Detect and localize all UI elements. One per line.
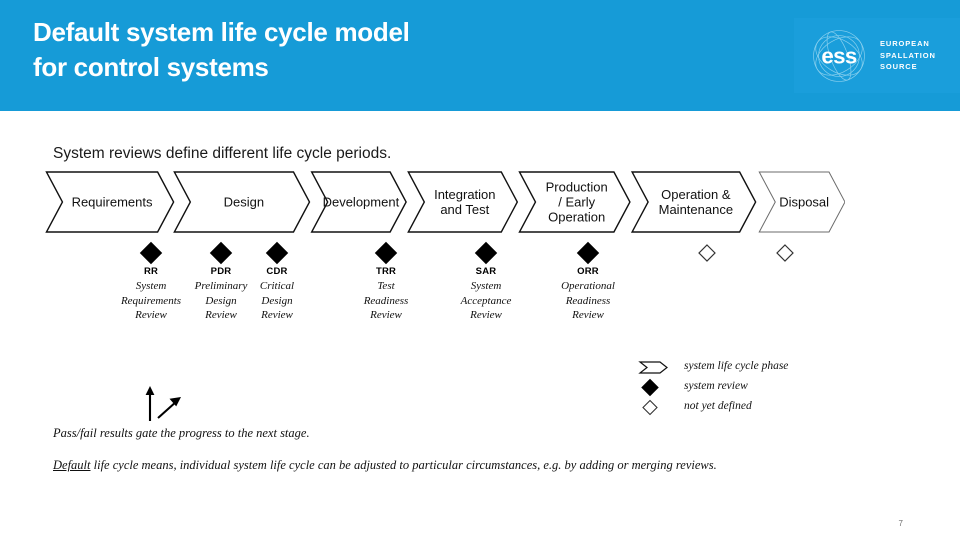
review-diamond-icon [576,241,600,265]
legend-label: not yet defined [684,400,752,412]
review-diamond-icon [474,241,498,265]
phase-chevron: Requirements [45,171,175,233]
review-diamond-icon [139,241,163,265]
ess-logo-icon: ess [813,30,865,82]
review-name-line: Critical [259,280,295,292]
phase-label-line: Maintenance [659,202,733,217]
phase-chevron: Production/ EarlyOperation [518,171,631,233]
phase-label-line: Development [323,195,400,210]
review-name-line: Review [261,309,293,322]
review-column: CDR Critical Design Review [217,265,337,323]
review-full-name: Operational Readiness Review [528,279,648,323]
legend-label: system review [684,380,748,392]
phase-label-line: Production [546,180,608,195]
review-diamond-icon [209,241,233,265]
page-title: Default system life cycle model for cont… [33,15,753,84]
legend-row: system review [638,378,848,397]
gate-arrows-icon [145,386,181,421]
phase-label-line: Design [224,195,264,210]
phase-label-line: Requirements [72,195,153,210]
life-cycle-diagram: Requirements Design Development Integration… [45,168,846,333]
ess-logo-line-3: SOURCE [880,62,918,72]
phase-label-line: and Test [440,202,489,217]
note-default-lifecycle: Default life cycle means, individual sys… [53,456,753,475]
phase-label-line: Operation & [661,187,731,202]
diagram-legend: system life cycle phase system review not … [638,358,848,420]
phase-chevron: Design [173,171,311,233]
lead-statement: System reviews define different life cyc… [53,145,392,162]
review-diamond-icon [265,241,289,265]
undefined-review-diamond-icon [776,244,794,262]
legend-row: system life cycle phase [638,358,848,377]
undefined-review-diamond-icon [698,244,716,262]
svg-text:ess: ess [821,43,857,68]
ess-logo-wordmark: EUROPEAN SPALLATION SOURCE [880,38,936,73]
phase-chevron: Operation &Maintenance [630,171,757,233]
review-diamond-icon [374,241,398,265]
review-name-line: Design [261,294,293,307]
review-full-name: Critical Design Review [217,279,337,323]
page-title-line-2: for control systems [33,51,269,82]
phase-chevron: Integrationand Test [407,171,519,233]
review-name-line: Review [572,309,604,322]
legend-label: system life cycle phase [684,360,789,372]
page-number: 7 [898,519,903,528]
review-column: ORR Operational Readiness Review [528,265,648,323]
filled-diamond-icon [641,378,659,397]
ess-logo-line-2: SPALLATION [880,50,936,60]
phase-chevron-icon [638,361,668,374]
phase-label-line: Operation [548,210,605,225]
ess-logo: ess EUROPEAN SPALLATION SOURCE [794,18,960,93]
outline-diamond-icon [642,399,658,416]
ess-logo-line-1: EUROPEAN [880,39,930,48]
note-pass-fail: Pass/fail results gate the progress to t… [53,426,310,440]
review-name-line: Operational [561,280,615,292]
review-abbreviation: ORR [577,266,599,277]
phase-label-line: Integration [434,187,495,202]
phase-label-line: / Early [558,195,595,210]
page-title-line-1: Default system life cycle model [33,17,410,47]
phase-chevron: Development [310,171,407,233]
review-abbreviation: CDR [266,266,288,277]
phase-chevron: Disposal [758,171,846,233]
legend-row: not yet defined [638,398,848,417]
review-name-line: Readiness [565,294,611,307]
note-default-keyword: Default [53,458,91,472]
phase-label-line: Disposal [779,195,829,210]
note-default-body: life cycle means, individual system life… [90,458,717,472]
